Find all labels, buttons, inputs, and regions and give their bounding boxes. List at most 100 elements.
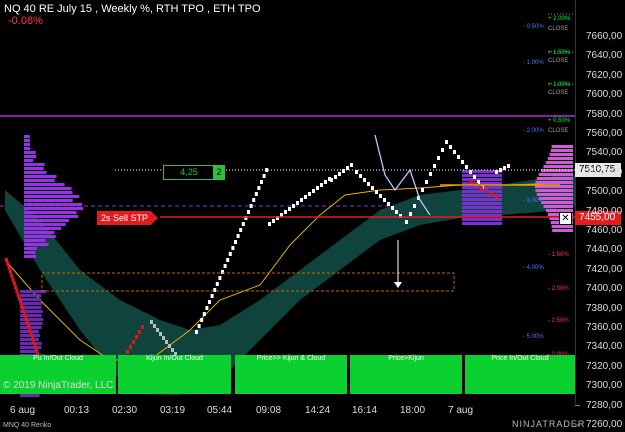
renko-brick — [18, 297, 21, 301]
ninjatrader-logo: NINJATRADER — [512, 419, 585, 429]
renko-brick — [31, 336, 34, 340]
tpo-profile-bar-right — [552, 145, 573, 148]
tpo-profile-bar — [24, 195, 79, 198]
weekly-level-label: CLOSE — [548, 90, 568, 96]
weekly-level-label: + 1.50% — [548, 50, 570, 56]
tpo-profile-bar — [24, 139, 30, 142]
tpo-profile-bar — [24, 251, 35, 254]
renko-brick — [126, 350, 129, 354]
renko-brick — [421, 188, 424, 192]
renko-brick — [371, 186, 374, 190]
tpo-profile-bar — [24, 211, 77, 214]
renko-brick — [312, 189, 315, 193]
renko-brick — [231, 246, 234, 250]
price-tick: 7560,00 — [586, 128, 622, 139]
renko-brick — [198, 324, 201, 328]
renko-brick — [205, 306, 208, 310]
renko-brick — [346, 166, 349, 170]
tpo-profile-bar — [24, 143, 30, 146]
renko-brick — [250, 204, 253, 208]
renko-brick — [395, 210, 398, 214]
tpo-profile-bar-mid — [462, 206, 502, 209]
renko-brick — [195, 330, 198, 334]
renko-brick — [257, 186, 260, 190]
renko-brick — [465, 165, 468, 169]
price-tick: 7300,00 — [586, 380, 622, 391]
tpo-profile-bar — [20, 294, 41, 297]
time-tick: 02:30 — [112, 405, 137, 416]
price-tick: 7480,00 — [586, 206, 622, 217]
renko-brick — [445, 140, 448, 144]
renko-brick — [263, 174, 266, 178]
tpo-profile-bar-right — [544, 165, 573, 168]
renko-brick — [129, 345, 132, 349]
tpo-profile-bar — [24, 147, 30, 150]
order-count-badge[interactable]: 2 — [213, 165, 225, 180]
price-tick: 7360,00 — [586, 322, 622, 333]
renko-brick — [229, 252, 232, 256]
tpo-profile-bar-right — [535, 181, 573, 184]
price-tick: 7600,00 — [586, 89, 622, 100]
renko-brick — [208, 300, 211, 304]
renko-brick — [437, 156, 440, 160]
renko-brick — [308, 192, 311, 196]
renko-brick — [490, 192, 493, 196]
renko-brick — [28, 328, 31, 332]
price-tick: 7520,00 — [586, 167, 622, 178]
renko-brick — [159, 332, 162, 336]
tpo-profile-bar — [24, 231, 54, 234]
renko-brick — [255, 192, 258, 196]
renko-brick — [300, 198, 303, 202]
renko-brick — [165, 340, 168, 344]
weekly-level-label: + 0.50% — [548, 118, 570, 124]
tpo-profile-bar — [24, 159, 33, 162]
renko-brick — [272, 219, 275, 223]
price-tick: 7340,00 — [586, 341, 622, 352]
tpo-profile-bar — [20, 298, 41, 301]
tpo-profile-bar — [24, 243, 49, 246]
tpo-profile-bar — [24, 155, 36, 158]
renko-brick — [441, 148, 444, 152]
price-tick: 7620,00 — [586, 70, 622, 81]
weekly-level-label: CLOSE — [548, 26, 568, 32]
renko-brick — [203, 312, 206, 316]
cancel-order-icon[interactable]: ✕ — [559, 212, 572, 225]
tpo-profile-bar — [20, 338, 39, 341]
renko-brick — [330, 178, 333, 182]
renko-brick — [252, 198, 255, 202]
tpo-profile-bar-mid — [462, 202, 502, 205]
order-quantity-box[interactable]: 4,25 — [163, 165, 215, 180]
renko-brick — [429, 172, 432, 176]
renko-brick — [453, 150, 456, 154]
renko-brick — [480, 186, 483, 190]
tpo-profile-bar-right — [551, 149, 573, 152]
time-tick: 6 aug — [10, 405, 35, 416]
time-tick: 18:00 — [400, 405, 425, 416]
renko-brick — [23, 313, 26, 317]
sell-stop-order-flag[interactable]: 2s Sell STP — [97, 211, 158, 225]
renko-brick — [34, 344, 37, 348]
chart-title: NQ 40 RE July 15 , Weekly %, RTH TPO , E… — [4, 3, 261, 15]
price-tick: 7260,00 — [586, 419, 622, 430]
renko-brick — [19, 301, 22, 305]
tpo-profile-bar — [24, 191, 73, 194]
renko-brick — [469, 170, 472, 174]
renko-brick — [32, 340, 35, 344]
renko-brick — [503, 166, 506, 170]
target-arrow-head — [394, 282, 402, 288]
cloud-panel-label: Price>Kijun — [388, 355, 424, 362]
renko-brick — [239, 228, 242, 232]
cloud-panel-label: Price In/Out Cloud — [491, 355, 548, 362]
tpo-profile-bar — [20, 302, 42, 305]
price-tick: 7420,00 — [586, 264, 622, 275]
tpo-profile-bar-right — [544, 205, 573, 208]
tpo-profile-bar-mid — [462, 222, 502, 225]
weekly-level-label: - 2.00% — [523, 128, 544, 134]
renko-brick — [320, 183, 323, 187]
renko-brick — [495, 170, 498, 174]
renko-brick — [14, 285, 17, 289]
renko-brick — [425, 180, 428, 184]
renko-brick — [457, 155, 460, 159]
weekly-level-label: - 3.00% — [548, 352, 569, 358]
renko-brick — [22, 309, 25, 313]
